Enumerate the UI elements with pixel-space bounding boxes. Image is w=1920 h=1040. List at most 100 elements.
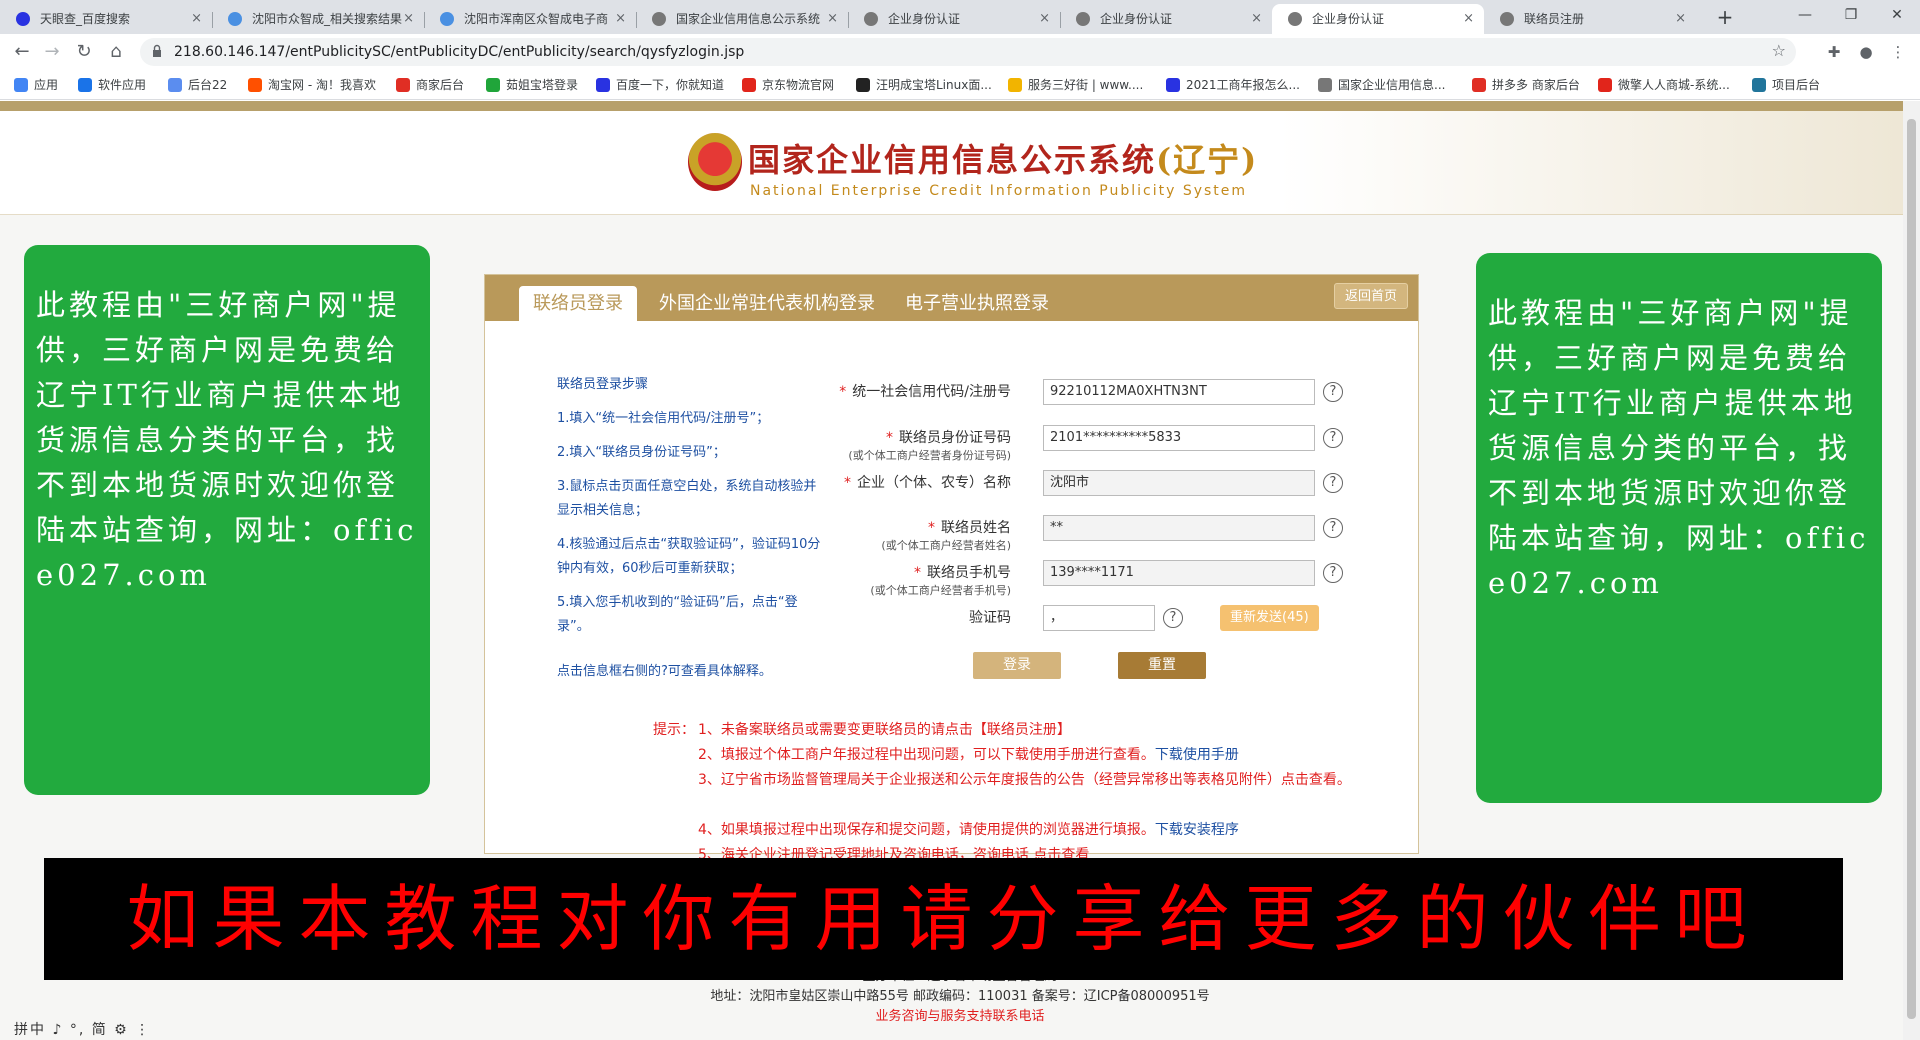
- help-icon[interactable]: ?: [1323, 382, 1343, 402]
- tab-e-license-login[interactable]: 电子营业执照登录: [891, 286, 1063, 321]
- bookmark-item[interactable]: 服务三好街 | www....: [1008, 76, 1143, 94]
- help-explanation-link[interactable]: 点击信息框右侧的?可查看具体解释。: [557, 660, 772, 679]
- field-label: * 企业（个体、农专）名称: [844, 470, 1011, 496]
- tip-text: 1、未备案联络员或需要变更联络员的请点击: [698, 722, 973, 738]
- tab-title: 企业身份认证: [1100, 12, 1173, 26]
- bookmark-label: 微擎人人商城-系统...: [1618, 78, 1730, 92]
- bookmark-item[interactable]: 百度一下，你就知道: [596, 76, 724, 94]
- browser-tab[interactable]: 国家企业信用信息公示系统 ×: [636, 4, 848, 34]
- browser-toolbar: ← → ↻ ⌂ 218.60.146.147/entPublicitySC/en…: [0, 34, 1920, 70]
- bookmark-item[interactable]: 后台22: [168, 76, 227, 94]
- bookmark-star-icon[interactable]: ☆: [1772, 41, 1786, 60]
- required-mark: *: [844, 475, 851, 491]
- tab-title: 沈阳市浑南区众智成电子商: [464, 12, 609, 26]
- site-title-region: (辽宁): [1156, 141, 1259, 179]
- ime-status-bar[interactable]: 拼中 ♪ °, 简 ⚙ ⋮: [14, 1019, 151, 1039]
- footer-hotline-link[interactable]: 业务咨询与服务支持联系电话: [0, 1007, 1920, 1027]
- pinduoduo-icon: [1472, 78, 1486, 92]
- close-tab-icon[interactable]: ×: [1251, 4, 1262, 34]
- bookmark-label: 2021工商年报怎么...: [1186, 78, 1300, 92]
- bookmark-item[interactable]: 拼多多 商家后台: [1472, 76, 1580, 94]
- id-number-input[interactable]: 2101**********5833: [1043, 425, 1315, 451]
- baidu-paw-icon: [596, 78, 610, 92]
- download-manual-link[interactable]: 下载使用手册: [1155, 747, 1239, 763]
- close-tab-icon[interactable]: ×: [827, 4, 838, 34]
- help-icon[interactable]: ?: [1323, 473, 1343, 493]
- field-label: * 统一社会信用代码/注册号: [839, 379, 1011, 405]
- bookmark-label: 商家后台: [416, 78, 465, 92]
- bookmark-item[interactable]: 淘宝网 - 淘！我喜欢: [248, 76, 376, 94]
- tab-foreign-office-login[interactable]: 外国企业常驻代表机构登录: [645, 286, 889, 321]
- help-icon[interactable]: ?: [1323, 518, 1343, 538]
- tip-item: 2、填报过个体工商户年报过程中出现问题，可以下载使用手册进行查看。下载使用手册: [698, 743, 1378, 768]
- scrollbar-thumb[interactable]: [1907, 119, 1916, 1019]
- field-sub-label: (或个体工商户经营者身份证号码): [848, 449, 1011, 462]
- address-bar[interactable]: 218.60.146.147/entPublicitySC/entPublici…: [140, 38, 1796, 66]
- field-label-text: 统一社会信用代码/注册号: [852, 384, 1011, 400]
- captcha-input[interactable]: ，: [1043, 605, 1155, 631]
- browser-tab[interactable]: 企业身份认证 ×: [848, 4, 1060, 34]
- help-icon[interactable]: ?: [1163, 608, 1183, 628]
- jd-icon: [742, 78, 756, 92]
- bookmark-item[interactable]: 软件应用: [78, 76, 146, 94]
- download-installer-link[interactable]: 下载安装程序: [1155, 822, 1239, 838]
- profile-avatar-icon[interactable]: ●: [1856, 42, 1876, 62]
- tab-liaison-login[interactable]: 联络员登录: [519, 286, 637, 321]
- tips-label: 提示：: [653, 722, 695, 738]
- close-tab-icon[interactable]: ×: [403, 4, 414, 34]
- help-icon[interactable]: ?: [1323, 428, 1343, 448]
- browser-tab[interactable]: 沈阳市众智成_相关搜索结果 ×: [212, 4, 424, 34]
- bookmark-item[interactable]: 国家企业信用信息...: [1318, 76, 1445, 94]
- tip-item: 1、未备案联络员或需要变更联络员的请点击【联络员注册】: [698, 718, 1378, 743]
- tip-item: 4、如果填报过程中出现保存和提交问题，请使用提供的浏览器进行填报。下载安装程序: [698, 818, 1378, 843]
- browser-tab-active[interactable]: 企业身份认证 ×: [1272, 4, 1484, 34]
- minimize-icon[interactable]: —: [1782, 0, 1828, 30]
- bookmark-item[interactable]: 应用: [14, 76, 58, 94]
- extensions-puzzle-icon[interactable]: ✚: [1824, 42, 1844, 62]
- bookmark-item[interactable]: 茹姐宝塔登录: [486, 76, 578, 94]
- close-tab-icon[interactable]: ×: [191, 4, 202, 34]
- field-sub-label: (或个体工商户经营者姓名): [881, 539, 1011, 552]
- required-mark: *: [914, 565, 921, 581]
- help-icon[interactable]: ?: [1323, 563, 1343, 583]
- return-home-button[interactable]: 返回首页: [1333, 283, 1408, 309]
- phone-input[interactable]: 139****1171: [1043, 560, 1315, 586]
- browser-tab[interactable]: 联络员注册 ×: [1484, 4, 1696, 34]
- bookmark-item[interactable]: 项目后台: [1752, 76, 1820, 94]
- tab-title: 沈阳市众智成_相关搜索结果: [252, 12, 402, 26]
- bookmark-item[interactable]: 京东物流官网: [742, 76, 834, 94]
- close-window-icon[interactable]: ✕: [1874, 0, 1920, 30]
- bookmark-item[interactable]: 商家后台: [396, 76, 464, 94]
- bookmark-label: 拼多多 商家后台: [1492, 78, 1580, 92]
- liaison-name-input[interactable]: **: [1043, 515, 1315, 541]
- back-arrow-icon[interactable]: ←: [10, 40, 34, 64]
- new-tab-button[interactable]: +: [1711, 4, 1739, 32]
- forward-arrow-icon[interactable]: →: [40, 40, 64, 64]
- close-tab-icon[interactable]: ×: [1463, 4, 1474, 34]
- resend-code-button[interactable]: 重新发送(45): [1220, 605, 1319, 631]
- login-button[interactable]: 登录: [973, 652, 1061, 679]
- menu-kebab-icon[interactable]: ⋮: [1888, 42, 1908, 62]
- page-scrollbar[interactable]: [1903, 101, 1920, 1040]
- field-label-text: 联络员姓名: [941, 520, 1011, 536]
- close-tab-icon[interactable]: ×: [1675, 4, 1686, 34]
- close-tab-icon[interactable]: ×: [615, 4, 626, 34]
- tip-item[interactable]: 3、辽宁省市场监督管理局关于企业报送和公示年度报告的公告（经营异常移出等表格见附…: [698, 768, 1378, 793]
- browser-tab[interactable]: 沈阳市浑南区众智成电子商 ×: [424, 4, 636, 34]
- credit-code-input[interactable]: 92210112MA0XHTN3NT: [1043, 379, 1315, 405]
- restore-icon[interactable]: ❐: [1828, 0, 1874, 30]
- browser-tab[interactable]: 企业身份认证 ×: [1060, 4, 1272, 34]
- bookmark-item[interactable]: 汪明成宝塔Linux面...: [856, 76, 992, 94]
- bookmark-item[interactable]: 2021工商年报怎么...: [1166, 76, 1300, 94]
- home-icon[interactable]: ⌂: [104, 40, 128, 64]
- close-tab-icon[interactable]: ×: [1039, 4, 1050, 34]
- globe-icon: [1288, 12, 1302, 26]
- reset-button[interactable]: 重置: [1118, 652, 1206, 679]
- bookmark-favicon-icon: [78, 78, 92, 92]
- liaison-register-link[interactable]: 【联络员注册】: [973, 722, 1071, 738]
- company-name-input[interactable]: 沈阳市: [1043, 470, 1315, 496]
- reload-icon[interactable]: ↻: [72, 40, 96, 64]
- bookmark-item[interactable]: 微擎人人商城-系统...: [1598, 76, 1730, 94]
- browser-tab[interactable]: 天眼查_百度搜索 ×: [0, 4, 212, 34]
- bookmark-label: 国家企业信用信息...: [1338, 78, 1446, 92]
